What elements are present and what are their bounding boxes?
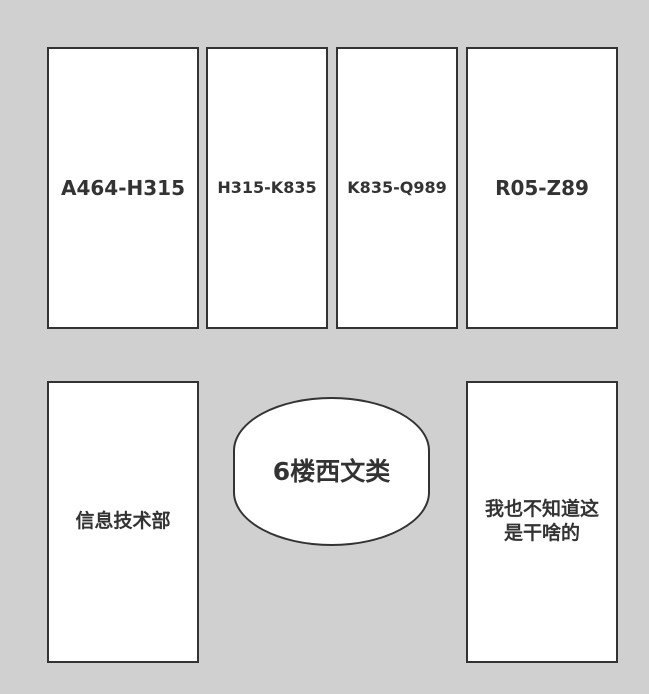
shelf-label: H315-K835 bbox=[217, 178, 317, 197]
area-label: 6楼西文类 bbox=[272, 456, 391, 486]
area-label: 信息技术部 bbox=[75, 510, 171, 533]
shelf-label: K835-Q989 bbox=[347, 178, 447, 197]
it-department-area: 信息技术部 bbox=[47, 381, 199, 663]
western-literature-area: 6楼西文类 bbox=[233, 397, 430, 546]
shelf-label: R05-Z89 bbox=[495, 175, 589, 200]
area-label: 我也不知道这是干啥的 bbox=[484, 498, 599, 544]
shelf-r05-z89: R05-Z89 bbox=[466, 47, 618, 329]
unknown-area: 我也不知道这是干啥的 bbox=[466, 381, 618, 663]
shelf-a464-h315: A464-H315 bbox=[47, 47, 199, 329]
shelf-label: A464-H315 bbox=[60, 175, 185, 200]
shelf-k835-q989: K835-Q989 bbox=[336, 47, 458, 329]
shelf-h315-k835: H315-K835 bbox=[206, 47, 328, 329]
